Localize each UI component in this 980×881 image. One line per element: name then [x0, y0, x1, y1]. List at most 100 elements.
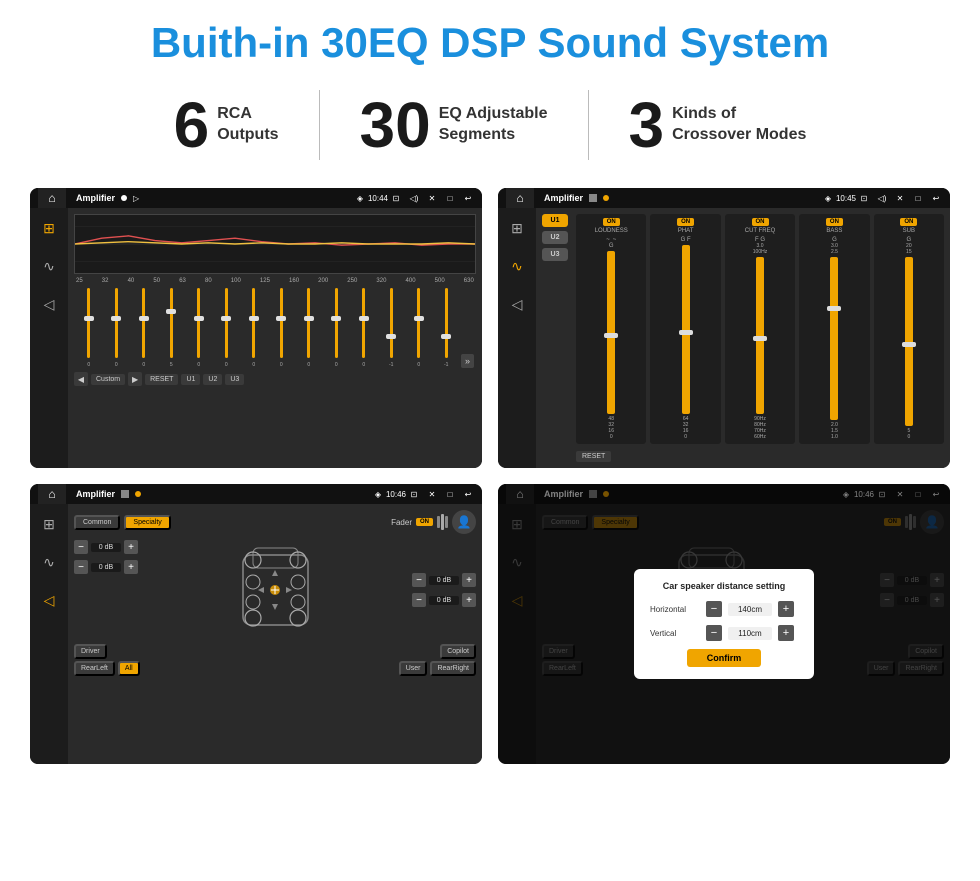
eq-custom-btn[interactable]: Custom — [91, 374, 125, 385]
eq-slider-6[interactable]: 0 — [214, 288, 240, 368]
page-wrapper: Buith-in 30EQ DSP Sound System 6 RCAOutp… — [0, 0, 980, 881]
horizontal-plus[interactable]: + — [778, 601, 794, 617]
sidebar-eq-bl[interactable]: ⊞ — [37, 512, 61, 536]
stat-rca-label: RCAOutputs — [217, 104, 278, 146]
eq-slider-3[interactable]: 0 — [131, 288, 157, 368]
db-value-3: 0 dB — [429, 576, 459, 585]
nav-rearright[interactable]: RearRight — [430, 661, 476, 676]
fader-bottom-bar-2: RearLeft All User RearRight — [74, 661, 476, 676]
db-plus-1[interactable]: + — [124, 540, 138, 554]
vertical-plus[interactable]: + — [778, 625, 794, 641]
phat-on[interactable]: ON — [677, 218, 694, 226]
confirm-button[interactable]: Confirm — [687, 649, 762, 667]
tab-specialty[interactable]: Specialty — [124, 515, 170, 530]
vertical-minus[interactable]: − — [706, 625, 722, 641]
loudness-slider[interactable] — [607, 251, 615, 414]
preset-u3[interactable]: U3 — [542, 248, 568, 261]
back-icon-bl: ↩ — [462, 488, 474, 500]
sub-slider[interactable] — [905, 257, 913, 426]
horizontal-label: Horizontal — [650, 605, 700, 614]
crossover-reset-btn[interactable]: RESET — [576, 451, 611, 462]
db-minus-4[interactable]: − — [412, 593, 426, 607]
cutfreq-on[interactable]: ON — [752, 218, 769, 226]
preset-u2[interactable]: U2 — [542, 231, 568, 244]
volume-icon-bl: ✕ — [426, 488, 438, 500]
vertical-value: 110cm — [728, 627, 772, 640]
db-plus-3[interactable]: + — [462, 573, 476, 587]
sidebar-eq-icon[interactable]: ⊞ — [37, 216, 61, 240]
sub-on[interactable]: ON — [900, 218, 917, 226]
nav-all[interactable]: All — [118, 661, 140, 676]
stat-eq-number: 30 — [360, 93, 431, 157]
sidebar-wave-icon[interactable]: ∿ — [37, 254, 61, 278]
camera-icon: ⊡ — [390, 192, 402, 204]
dialog-horizontal-row: Horizontal − 140cm + — [650, 601, 798, 617]
fader-screen-content: ⊞ ∿ ◁ Common Specialty Fader ON — [30, 504, 482, 764]
screenshots-grid: ⌂ Amplifier ▷ ◈ 10:44 ⊡ ◁) ✕ □ ↩ ⊞ ∿ ◁ — [30, 188, 950, 764]
eq-u3-btn[interactable]: U3 — [225, 374, 244, 385]
db-plus-2[interactable]: + — [124, 560, 138, 574]
eq-slider-13[interactable]: 0 — [406, 288, 432, 368]
db-minus-2[interactable]: − — [74, 560, 88, 574]
eq-slider-12[interactable]: -1 — [379, 288, 405, 368]
nav-driver[interactable]: Driver — [74, 644, 107, 659]
db-plus-4[interactable]: + — [462, 593, 476, 607]
eq-slider-7[interactable]: 0 — [241, 288, 267, 368]
phat-slider[interactable] — [682, 245, 690, 414]
sidebar-speaker-icon[interactable]: ◁ — [37, 292, 61, 316]
crossover-content: ⊞ ∿ ◁ U1 U2 U3 — [498, 208, 950, 468]
eq-next-btn[interactable]: ▶ — [128, 372, 142, 386]
eq-slider-10[interactable]: 0 — [324, 288, 350, 368]
eq-slider-14[interactable]: -1 — [434, 288, 460, 368]
home-icon-tr[interactable]: ⌂ — [506, 188, 534, 208]
ch-sub: ON SUB G 20 15 5 0 — [874, 214, 944, 444]
eq-u2-btn[interactable]: U2 — [203, 374, 222, 385]
db-minus-3[interactable]: − — [412, 573, 426, 587]
db-value-2: 0 dB — [91, 563, 121, 572]
eq-slider-8[interactable]: 0 — [269, 288, 295, 368]
eq-prev-btn[interactable]: ◀ — [74, 372, 88, 386]
sidebar-wave-icon-tr[interactable]: ∿ — [505, 254, 529, 278]
fader-main: Common Specialty Fader ON 👤 — [68, 504, 482, 764]
tab-common[interactable]: Common — [74, 515, 120, 530]
sidebar-eq-icon-tr[interactable]: ⊞ — [505, 216, 529, 240]
eq-slider-4[interactable]: 5 — [159, 288, 185, 368]
db-minus-1[interactable]: − — [74, 540, 88, 554]
bass-slider[interactable] — [830, 257, 838, 420]
back-icon: ↩ — [462, 192, 474, 204]
nav-user[interactable]: User — [399, 661, 428, 676]
time-bl: 10:46 — [390, 488, 402, 500]
status-bar-tr: ⌂ Amplifier ◈ 10:45 ⊡ ◁) ✕ □ ↩ — [498, 188, 950, 208]
car-diagram — [144, 540, 406, 640]
stat-rca-number: 6 — [174, 93, 210, 157]
bass-on[interactable]: ON — [826, 218, 843, 226]
stat-eq: 30 EQ AdjustableSegments — [320, 93, 588, 157]
volume-icon: ◁) — [408, 192, 420, 204]
sidebar-wave-bl[interactable]: ∿ — [37, 550, 61, 574]
eq-slider-11[interactable]: 0 — [351, 288, 377, 368]
horizontal-minus[interactable]: − — [706, 601, 722, 617]
eq-slider-5[interactable]: 0 — [186, 288, 212, 368]
fader-left-col: − 0 dB + − 0 dB + — [74, 540, 138, 640]
cutfreq-slider[interactable] — [756, 257, 764, 414]
nav-rearleft[interactable]: RearLeft — [74, 661, 115, 676]
eq-arrows[interactable]: » — [461, 354, 474, 368]
eq-slider-2[interactable]: 0 — [104, 288, 130, 368]
home-icon[interactable]: ⌂ — [38, 188, 66, 208]
user-icon-btn-bl[interactable]: 👤 — [452, 510, 476, 534]
crossover-cols: ON LOUDNESS ~~ G 48 32 — [576, 214, 944, 444]
sidebar-speaker-bl[interactable]: ◁ — [37, 588, 61, 612]
volume-icon-tr: ◁) — [876, 192, 888, 204]
nav-copilot[interactable]: Copilot — [440, 644, 476, 659]
eq-slider-1[interactable]: 0 — [76, 288, 102, 368]
eq-slider-9[interactable]: 0 — [296, 288, 322, 368]
fader-body: − 0 dB + − 0 dB + — [74, 540, 476, 640]
sidebar-speaker-icon-tr[interactable]: ◁ — [505, 292, 529, 316]
home-icon-bl[interactable]: ⌂ — [38, 484, 66, 504]
loudness-on[interactable]: ON — [603, 218, 620, 226]
preset-u1[interactable]: U1 — [542, 214, 568, 227]
eq-reset-btn[interactable]: RESET — [145, 374, 178, 385]
fader-on-toggle[interactable]: ON — [416, 518, 433, 526]
play-icon: ▷ — [133, 194, 139, 203]
eq-u1-btn[interactable]: U1 — [181, 374, 200, 385]
